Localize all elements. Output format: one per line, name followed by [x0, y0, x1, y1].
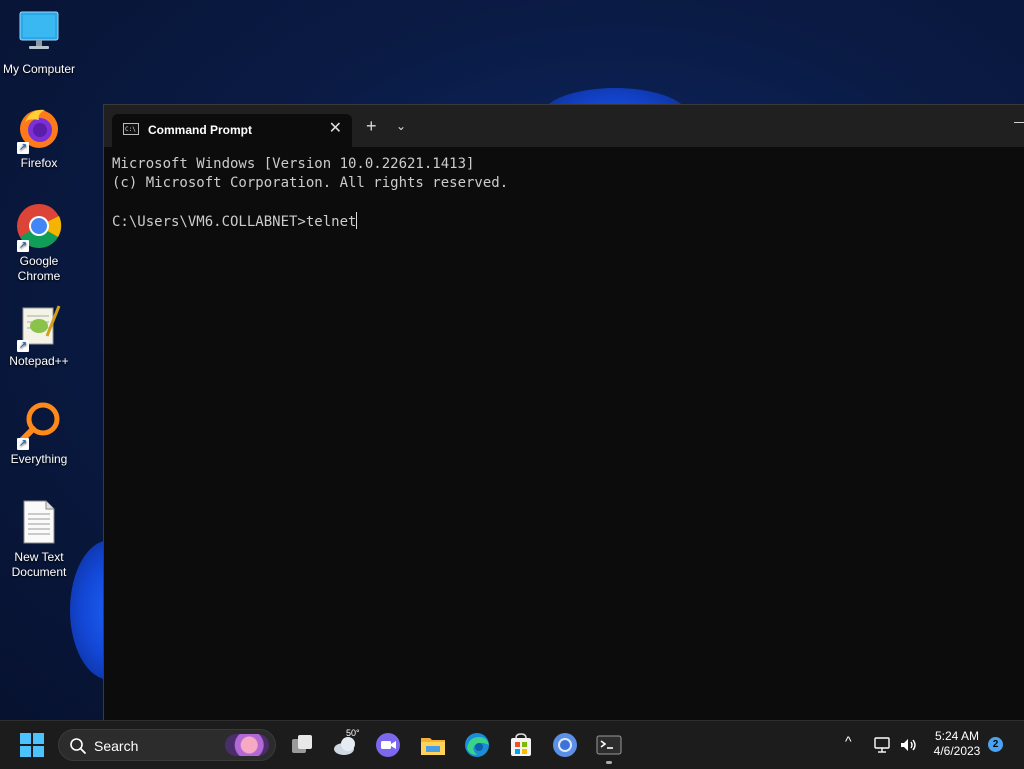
console-prompt-text: C:\Users\VM6.COLLABNET>telnet	[112, 214, 357, 230]
terminal-taskbar-button[interactable]	[593, 729, 625, 761]
text-document-icon	[15, 498, 63, 546]
new-tab-button[interactable]: +	[366, 116, 377, 136]
notification-badge[interactable]: 2	[988, 737, 1003, 752]
monitor-icon	[15, 10, 63, 58]
start-button[interactable]	[16, 729, 48, 761]
shortcut-arrow-icon: ↗	[17, 240, 29, 252]
tab-close-button[interactable]: ✕	[329, 119, 342, 139]
notepad-plus-plus-icon: ↗	[15, 302, 63, 352]
desktop-icon-label: Google Chrome	[17, 254, 61, 283]
console-line: Microsoft Windows [Version 10.0.22621.14…	[112, 156, 475, 172]
tab-dropdown-button[interactable]: ⌄	[396, 118, 406, 134]
chrome-taskbar-button[interactable]	[549, 729, 581, 761]
desktop-icon-firefox[interactable]: ↗ Firefox	[0, 104, 78, 171]
desktop-icon-notepad-plus-plus[interactable]: ↗ Notepad++	[0, 302, 78, 369]
running-indicator	[606, 761, 612, 764]
desktop-icon-label: Firefox	[20, 156, 58, 170]
taskbar-search-box[interactable]: Search	[58, 729, 276, 761]
clock-time: 5:24 AM	[934, 729, 980, 743]
task-view-button[interactable]	[286, 729, 318, 761]
magnifier-icon: ↗	[15, 400, 63, 450]
desktop-icon-google-chrome[interactable]: ↗ Google Chrome	[0, 202, 78, 284]
chrome-icon: ↗	[15, 202, 63, 252]
edge-icon	[465, 733, 489, 757]
tab-title: Command Prompt	[148, 123, 253, 137]
console-prompt-line[interactable]: C:\Users\VM6.COLLABNET>telnet	[112, 212, 1024, 232]
shortcut-arrow-icon: ↗	[17, 438, 29, 450]
shortcut-arrow-icon: ↗	[17, 340, 29, 352]
text-cursor	[356, 212, 358, 229]
network-icon[interactable]	[873, 735, 893, 760]
store-icon	[511, 733, 531, 756]
terminal-titlebar[interactable]: C:\ Command Prompt ✕ + ⌄ —	[104, 105, 1024, 147]
file-explorer-button[interactable]	[417, 729, 449, 761]
desktop-icon-new-text-document[interactable]: New Text Document	[0, 498, 78, 580]
windows-logo-icon	[20, 733, 44, 757]
clock-button[interactable]: 5:24 AM 4/6/2023	[924, 729, 990, 759]
folder-icon	[421, 738, 445, 755]
desktop-icon-label: Everything	[10, 452, 68, 466]
desktop-icon-label: Notepad++	[9, 354, 69, 368]
video-chat-icon	[376, 733, 400, 757]
terminal-window[interactable]: C:\ Command Prompt ✕ + ⌄ — Microsoft Win…	[103, 104, 1024, 721]
chat-button[interactable]	[372, 729, 404, 761]
search-label: Search	[94, 738, 139, 754]
desktop-icon-everything[interactable]: ↗ Everything	[0, 400, 78, 467]
edge-button[interactable]	[461, 729, 493, 761]
tab-command-prompt[interactable]: C:\ Command Prompt ✕	[112, 114, 352, 147]
console-output[interactable]: Microsoft Windows [Version 10.0.22621.14…	[112, 155, 1024, 232]
firefox-icon: ↗	[15, 104, 63, 154]
chrome-icon	[553, 733, 577, 757]
search-icon	[70, 738, 86, 754]
desktop-icon-label: My Computer	[2, 62, 76, 76]
command-prompt-icon: C:\	[123, 123, 139, 135]
shortcut-arrow-icon: ↗	[17, 142, 29, 154]
volume-icon[interactable]	[898, 735, 918, 760]
desktop-icon-my-computer[interactable]: My Computer	[0, 10, 78, 77]
microsoft-store-button[interactable]	[505, 729, 537, 761]
search-highlight-art-icon	[225, 734, 269, 756]
weather-temperature: 50°	[346, 728, 360, 738]
terminal-icon	[596, 735, 622, 755]
task-view-icon	[292, 735, 312, 753]
clock-date: 4/6/2023	[933, 744, 981, 758]
console-line: (c) Microsoft Corporation. All rights re…	[112, 175, 509, 191]
desktop-icon-label: New Text Document	[11, 550, 67, 579]
taskbar: Search 50° ^ 5:24 AM 4/6/2023 2	[0, 720, 1024, 769]
minimize-button[interactable]: —	[1014, 113, 1024, 129]
show-hidden-icons-button[interactable]: ^	[845, 733, 852, 749]
